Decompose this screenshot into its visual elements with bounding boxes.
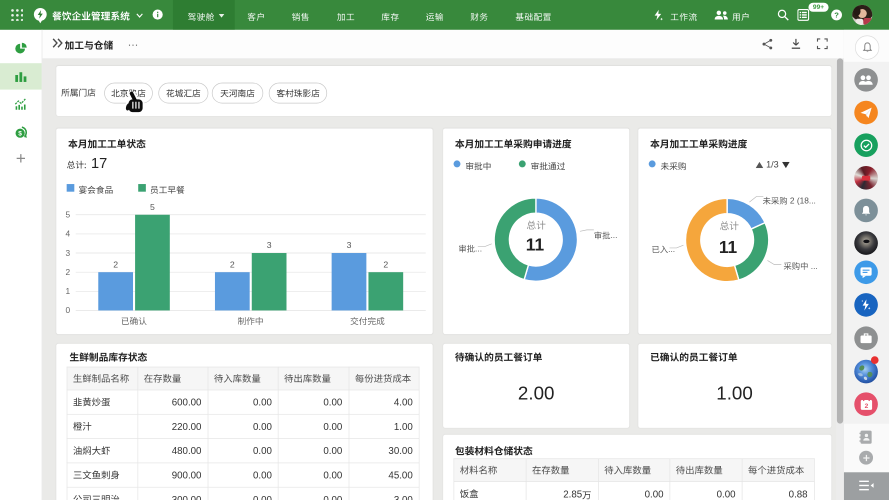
svg-text:5: 5 xyxy=(150,202,155,212)
svg-text:0: 0 xyxy=(66,305,71,315)
svg-text:3: 3 xyxy=(267,240,272,250)
svg-text:3: 3 xyxy=(66,248,71,258)
svg-text:$: $ xyxy=(18,131,22,138)
svg-text:2: 2 xyxy=(383,259,388,269)
svg-text:3: 3 xyxy=(347,240,352,250)
svg-text:2: 2 xyxy=(230,259,235,269)
svg-text:2: 2 xyxy=(66,267,71,277)
svg-text:2: 2 xyxy=(113,259,118,269)
svg-text:1: 1 xyxy=(66,286,71,296)
svg-text:4: 4 xyxy=(66,229,71,239)
svg-text:5: 5 xyxy=(66,210,71,220)
svg-text:2: 2 xyxy=(864,403,868,410)
svg-text:?: ? xyxy=(834,11,839,20)
